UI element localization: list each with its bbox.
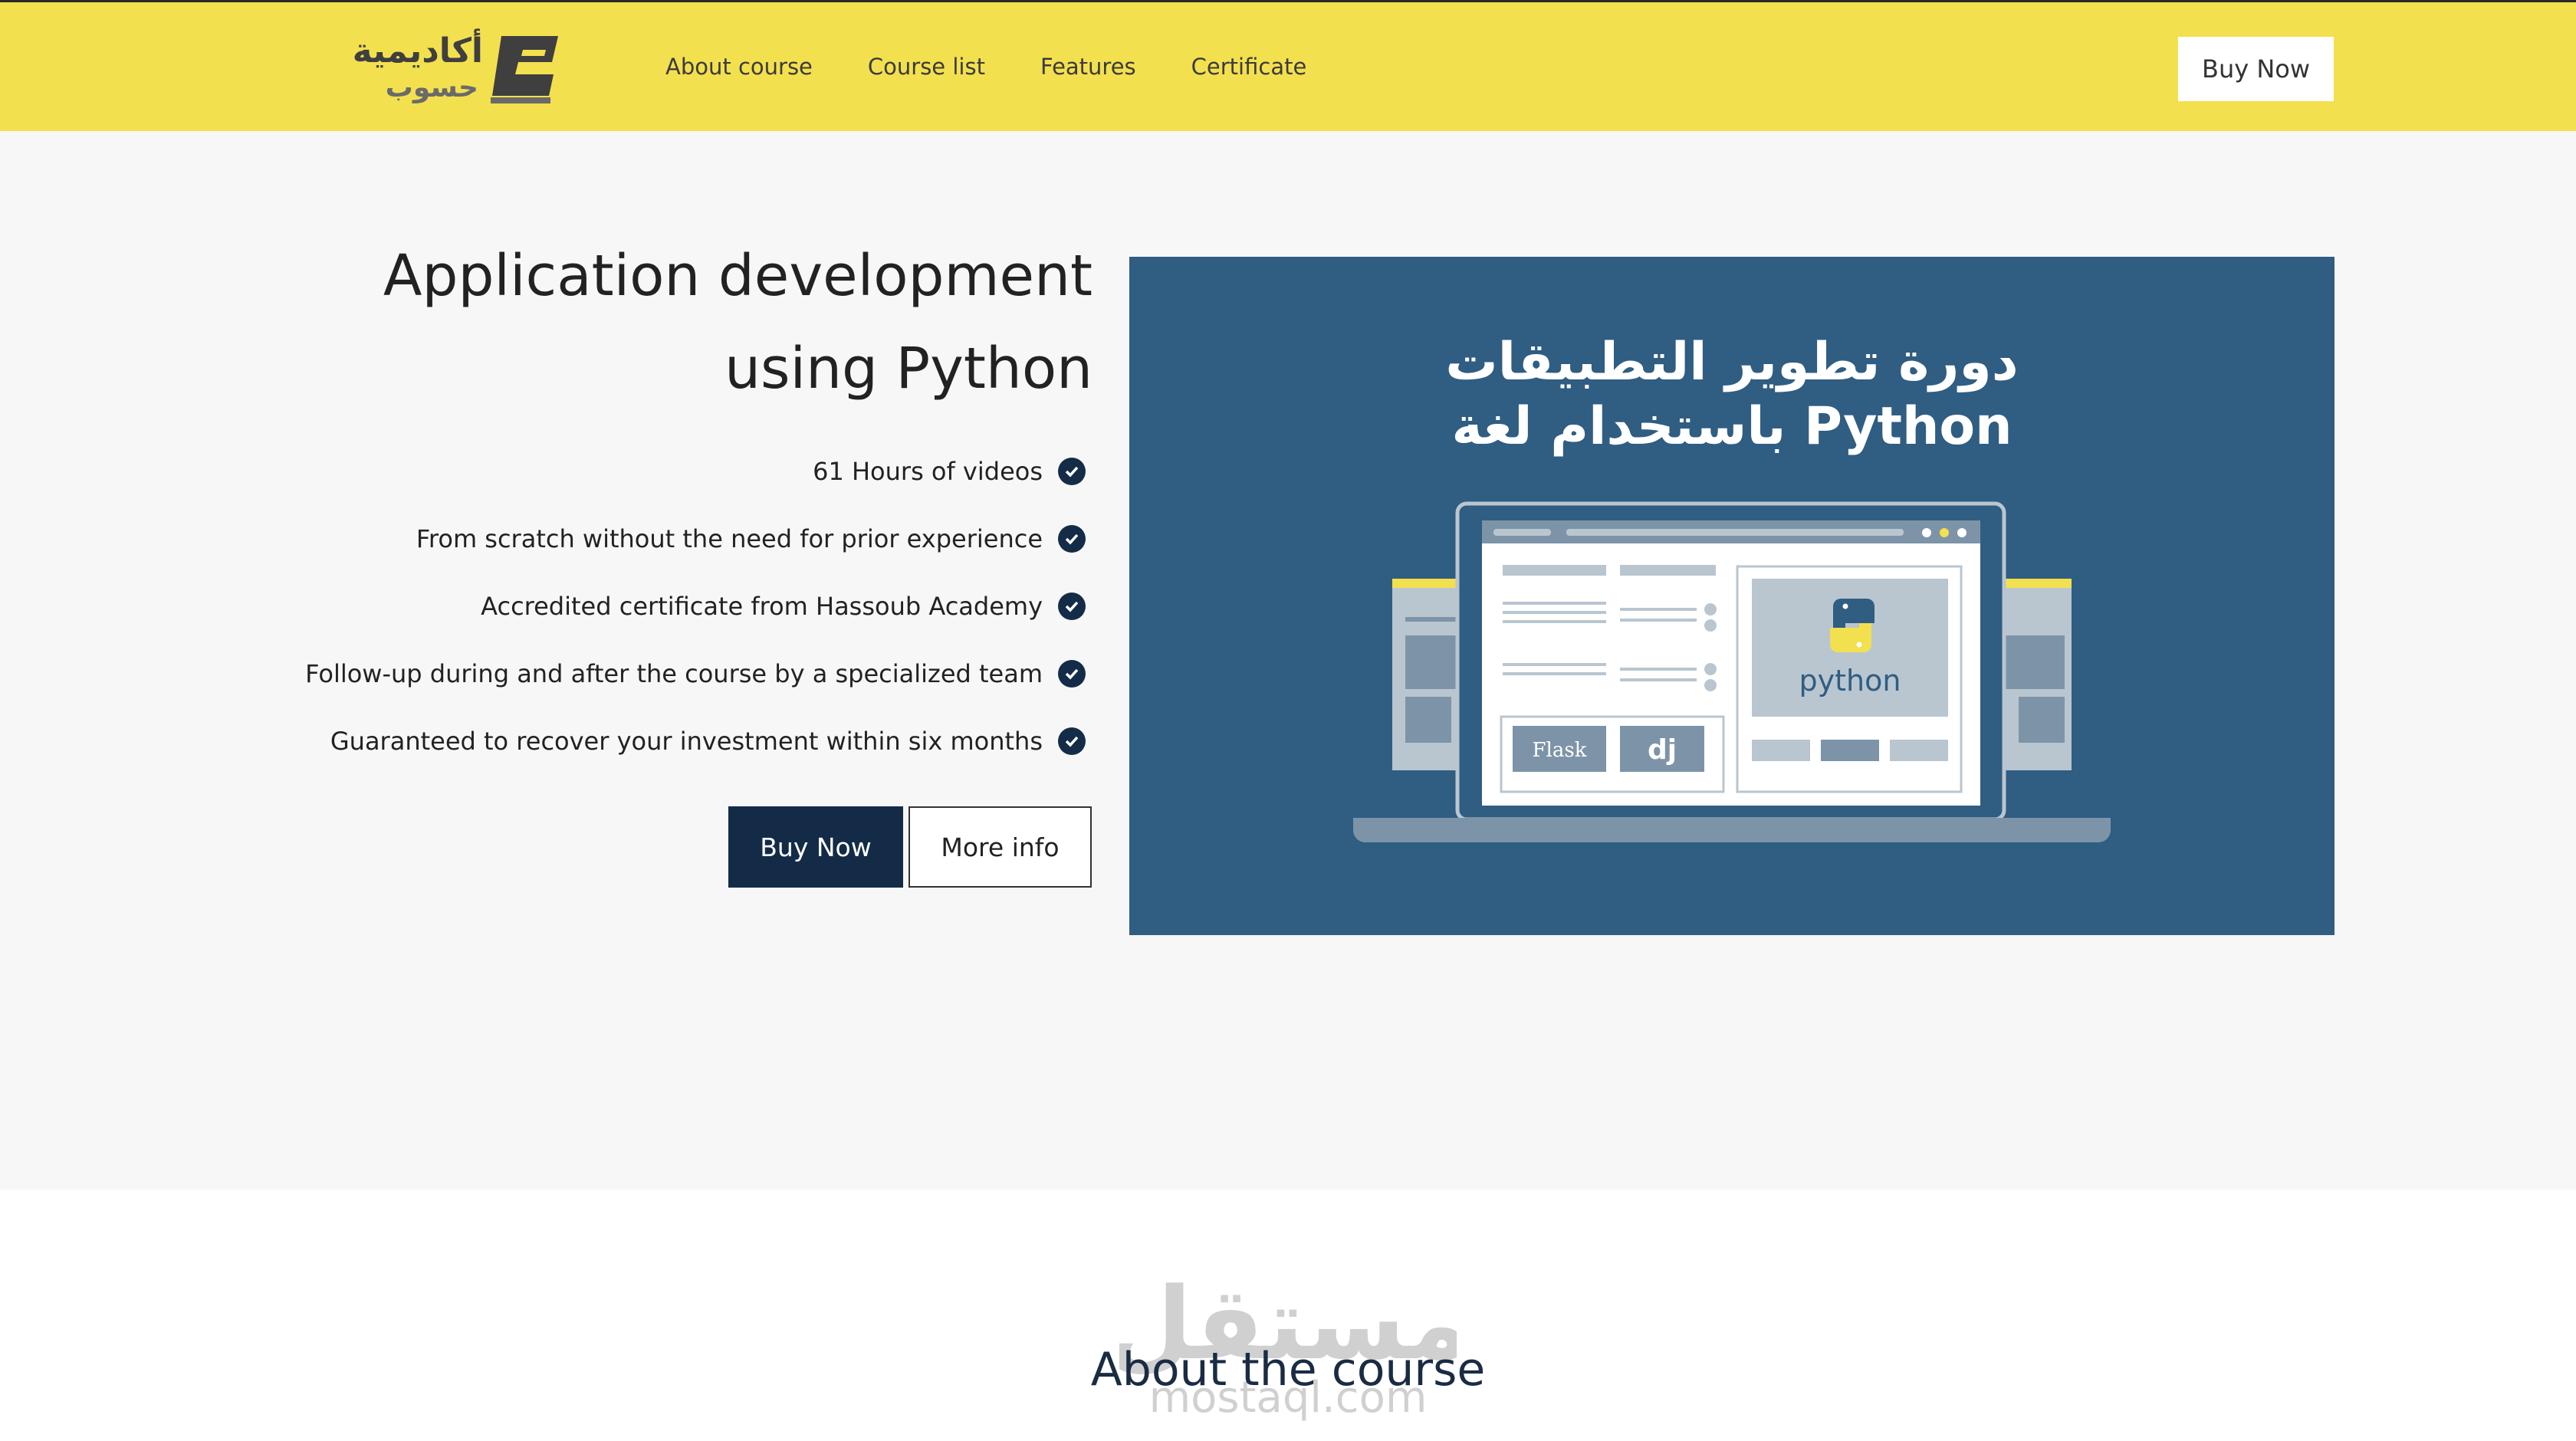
feature-item: 61 Hours of videos <box>291 438 1086 505</box>
nav-about-course[interactable]: About course <box>665 54 813 80</box>
logo-line-2: حسوب <box>385 72 478 103</box>
header-buy-now-button[interactable]: Buy Now <box>2178 37 2334 101</box>
nav-links: About course Course list Features Certif… <box>665 2 1362 131</box>
course-banner: دورة تطوير التطبيقات باستخدام لغة Python <box>1129 257 2334 935</box>
check-circle-icon <box>1058 660 1086 688</box>
flask-logo-text: Flask <box>1533 739 1587 762</box>
check-circle-icon <box>1058 727 1086 755</box>
check-circle-icon <box>1058 458 1086 485</box>
logo-line-1: أكاديمية <box>352 31 483 71</box>
feature-item: Guaranteed to recover your investment wi… <box>291 707 1086 775</box>
check-circle-icon <box>1058 525 1086 553</box>
feature-text: Guaranteed to recover your investment wi… <box>330 727 1043 756</box>
nav-features[interactable]: Features <box>1040 54 1136 80</box>
more-info-button[interactable]: More info <box>909 806 1092 888</box>
about-section: مستقل mostaql.com About the course <box>0 1190 2576 1441</box>
feature-text: 61 Hours of videos <box>813 457 1043 486</box>
feature-item: Accredited certificate from Hassoub Acad… <box>291 573 1086 640</box>
academy-logo-icon <box>491 36 558 103</box>
django-logo-text: dj <box>1648 734 1677 766</box>
nav-course-list[interactable]: Course list <box>868 54 985 80</box>
hero-buy-now-button[interactable]: Buy Now <box>728 806 903 888</box>
academy-logo[interactable]: أكاديمية حسوب <box>337 30 567 105</box>
laptop-illustration: Flask dj python <box>1353 501 2111 842</box>
feature-item: Follow-up during and after the course by… <box>291 640 1086 707</box>
feature-text: From scratch without the need for prior … <box>416 524 1043 553</box>
python-logo-text: python <box>1799 664 1901 698</box>
nav-certificate[interactable]: Certificate <box>1191 54 1307 80</box>
check-circle-icon <box>1058 592 1086 620</box>
feature-item: From scratch without the need for prior … <box>291 505 1086 573</box>
hero-title: Application development using Python <box>383 243 1092 402</box>
feature-text: Follow-up during and after the course by… <box>305 659 1043 688</box>
feature-text: Accredited certificate from Hassoub Acad… <box>481 592 1043 621</box>
about-title: About the course <box>1090 1343 1486 1397</box>
logo-text: أكاديمية حسوب <box>337 30 483 105</box>
top-navbar: أكاديمية حسوب About course Course list F… <box>0 0 2576 131</box>
feature-list: 61 Hours of videos From scratch without … <box>291 438 1086 775</box>
